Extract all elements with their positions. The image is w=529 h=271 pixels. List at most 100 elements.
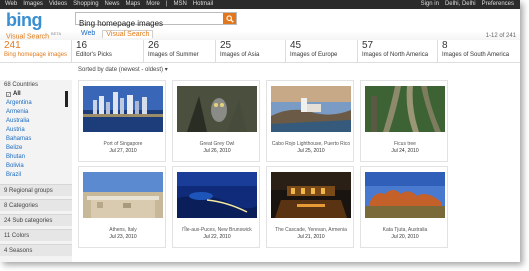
nav-link-news[interactable]: News	[105, 0, 120, 9]
country-filter-argentina[interactable]: Argentina	[0, 99, 72, 108]
category-bing-homepage-images[interactable]: 241 Bing homepage images	[0, 40, 72, 63]
category-images-of-north-america[interactable]: 57 Images of North America	[358, 40, 438, 63]
image-date: Jul 23, 2010	[109, 234, 137, 240]
image-thumbnail[interactable]	[83, 172, 163, 218]
image-title[interactable]: The Cascade, Yerevan, Armenia	[267, 227, 355, 233]
image-thumbnail[interactable]	[177, 86, 257, 132]
screen: Web Images Videos Shopping News Maps Mor…	[0, 0, 520, 262]
country-label: Australia	[6, 118, 30, 124]
image-thumbnail[interactable]	[177, 172, 257, 218]
image-title[interactable]: Kata Tjuta, Australia	[361, 227, 449, 233]
country-label: Bahamas	[6, 136, 32, 142]
search-input[interactable]	[76, 18, 221, 29]
country-filter-australia[interactable]: Australia	[0, 117, 72, 126]
country-label: Brazil	[6, 172, 22, 178]
nav-link-videos[interactable]: Videos	[49, 0, 67, 9]
image-card[interactable]: Port of Singapore Jul 27, 2010	[78, 80, 166, 162]
image-title[interactable]: Athens, Italy	[79, 227, 167, 233]
search-icon	[225, 14, 234, 23]
top-nav-left: Web Images Videos Shopping News Maps Mor…	[5, 0, 213, 9]
image-date: Jul 22, 2010	[203, 234, 231, 240]
image-thumbnail[interactable]	[271, 172, 351, 218]
country-label: Bolivia	[6, 163, 24, 169]
top-nav-right: Sign in Delhi, Delhi Preferences	[421, 0, 514, 9]
nav-link-hotmail[interactable]: Hotmail	[193, 0, 213, 9]
filter-group-regional[interactable]: 9 Regional groups	[0, 184, 72, 196]
category-count: 26	[148, 40, 160, 51]
countries-header[interactable]: 68 Countries	[0, 80, 72, 90]
image-thumbnail[interactable]	[83, 86, 163, 132]
image-title[interactable]: Cabo Rojo Lighthouse, Puerto Rico	[267, 141, 355, 147]
preferences-link[interactable]: Preferences	[482, 0, 514, 9]
country-filter-bolivia[interactable]: Bolivia	[0, 162, 72, 171]
category-strip: 241 Bing homepage images 16 Editor's Pic…	[0, 40, 520, 63]
country-filter-belize[interactable]: Belize	[0, 144, 72, 153]
country-filter-austria[interactable]: Austria	[0, 126, 72, 135]
tab-visual-search[interactable]: Visual Search	[102, 30, 154, 38]
image-card[interactable]: Ficus tree Jul 24, 2010	[360, 80, 448, 162]
image-card[interactable]: Athens, Italy Jul 23, 2010	[78, 166, 166, 248]
filter-group-colors[interactable]: 11 Colors	[0, 229, 72, 241]
beta-badge: BETA	[51, 31, 62, 36]
category-images-of-europe[interactable]: 45 Images of Europe	[286, 40, 358, 63]
image-thumbnail[interactable]	[365, 86, 445, 132]
result-count: 1-12 of 241	[485, 33, 516, 39]
category-editors-picks[interactable]: 16 Editor's Picks	[72, 40, 144, 63]
image-card[interactable]: Cabo Rojo Lighthouse, Puerto Rico Jul 25…	[266, 80, 354, 162]
category-count: 57	[362, 40, 374, 51]
nav-link-msn[interactable]: MSN	[173, 0, 186, 9]
image-date: Jul 26, 2010	[203, 148, 231, 154]
category-images-of-asia[interactable]: 25 Images of Asia	[216, 40, 286, 63]
country-label: Bhutan	[6, 154, 26, 160]
filter-group-sub-categories[interactable]: 24 Sub categories	[0, 214, 72, 226]
search-button[interactable]	[223, 13, 236, 24]
category-count: 25	[220, 40, 232, 51]
checkbox-checked-icon[interactable]: ✓	[6, 92, 11, 97]
category-label: Images of Summer	[148, 52, 199, 58]
image-date: Jul 20, 2010	[391, 234, 419, 240]
image-date: Jul 25, 2010	[297, 148, 325, 154]
image-card[interactable]: Great Grey Owl Jul 26, 2010	[172, 80, 260, 162]
category-images-of-south-america[interactable]: 8 Images of South America	[438, 40, 520, 63]
nav-link-web[interactable]: Web	[5, 0, 17, 9]
image-thumbnail[interactable]	[365, 172, 445, 218]
image-title[interactable]: Ficus tree	[361, 141, 449, 147]
location-link[interactable]: Delhi, Delhi	[445, 0, 476, 9]
filter-sidebar: 68 Countries ✓ All Argentina Armenia Aus…	[0, 80, 72, 262]
nav-link-shopping[interactable]: Shopping	[73, 0, 98, 9]
image-title[interactable]: l'Île-aux-Puces, New Brunswick	[173, 227, 261, 233]
image-date: Jul 24, 2010	[391, 148, 419, 154]
category-label: Bing homepage images	[4, 52, 68, 58]
country-label: Argentina	[6, 100, 32, 106]
country-filter-armenia[interactable]: Armenia	[0, 108, 72, 117]
sidebar-scrollbar[interactable]	[65, 91, 68, 107]
image-card[interactable]: The Cascade, Yerevan, Armenia Jul 21, 20…	[266, 166, 354, 248]
image-thumbnail[interactable]	[271, 86, 351, 132]
category-images-of-summer[interactable]: 26 Images of Summer	[144, 40, 216, 63]
tab-web[interactable]: Web	[78, 30, 98, 38]
country-label: All	[13, 91, 21, 97]
sort-dropdown[interactable]: Sorted by date (newest - oldest) ▾	[78, 66, 168, 73]
image-title[interactable]: Port of Singapore	[79, 141, 167, 147]
filter-group-seasons[interactable]: 4 Seasons	[0, 244, 72, 256]
country-filter-brazil[interactable]: Brazil	[0, 171, 72, 180]
bing-logo[interactable]: bing	[6, 10, 43, 31]
image-title[interactable]: Great Grey Owl	[173, 141, 261, 147]
filter-group-categories[interactable]: 8 Categories	[0, 199, 72, 211]
country-label: Austria	[6, 127, 25, 133]
country-filter-bahamas[interactable]: Bahamas	[0, 135, 72, 144]
category-count: 241	[4, 40, 21, 51]
country-filter-bhutan[interactable]: Bhutan	[0, 153, 72, 162]
sign-in-link[interactable]: Sign in	[421, 0, 439, 9]
search-box	[75, 12, 237, 29]
country-filter-all[interactable]: ✓ All	[0, 90, 72, 99]
nav-link-maps[interactable]: Maps	[126, 0, 141, 9]
nav-link-more[interactable]: More	[146, 0, 160, 9]
search-tabs: Web Visual Search	[78, 30, 154, 38]
category-label: Editor's Picks	[76, 52, 112, 58]
image-card[interactable]: Kata Tjuta, Australia Jul 20, 2010	[360, 166, 448, 248]
nav-link-images[interactable]: Images	[23, 0, 43, 9]
image-card[interactable]: l'Île-aux-Puces, New Brunswick Jul 22, 2…	[172, 166, 260, 248]
country-label: Belize	[6, 145, 23, 151]
top-nav-bar: Web Images Videos Shopping News Maps Mor…	[0, 0, 520, 9]
